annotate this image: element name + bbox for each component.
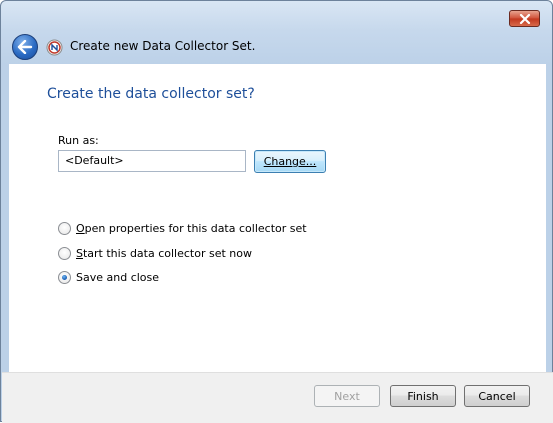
run-as-label: Run as: — [58, 134, 99, 147]
window-title: Create new Data Collector Set. — [70, 39, 256, 53]
finish-button-label: Finish — [407, 389, 439, 403]
next-button[interactable]: Next — [314, 385, 380, 407]
radio-label: Open properties for this data collector … — [76, 222, 307, 235]
next-button-label: Next — [334, 389, 360, 403]
wizard-footer: Next Finish Cancel — [2, 372, 553, 423]
radio-open-properties[interactable]: Open properties for this data collector … — [58, 222, 307, 235]
performance-monitor-icon — [46, 39, 63, 56]
back-button[interactable] — [12, 34, 38, 60]
cancel-button[interactable]: Cancel — [464, 385, 530, 407]
wizard-header: Create new Data Collector Set. — [2, 29, 553, 64]
change-button-label: Change... — [263, 155, 317, 168]
close-button[interactable] — [509, 10, 540, 27]
close-icon — [519, 13, 530, 24]
cancel-button-label: Cancel — [478, 389, 516, 403]
page-title: Create the data collector set? — [47, 86, 255, 102]
radio-label: Save and close — [76, 271, 160, 284]
radio-button-selected[interactable] — [58, 271, 71, 284]
radio-button[interactable] — [58, 222, 71, 235]
radio-start-now[interactable]: Start this data collector set now — [58, 247, 252, 260]
radio-button[interactable] — [58, 247, 71, 260]
radio-save-and-close[interactable]: Save and close — [58, 271, 159, 284]
finish-button[interactable]: Finish — [390, 385, 456, 407]
change-button[interactable]: Change... — [254, 150, 326, 173]
wizard-window: Create new Data Collector Set. Create th… — [0, 0, 553, 423]
run-as-field[interactable]: <Default> — [58, 150, 246, 172]
back-arrow-icon — [17, 40, 33, 54]
wizard-content: Create the data collector set? Run as: <… — [9, 64, 546, 372]
radio-label: Start this data collector set now — [76, 247, 252, 260]
